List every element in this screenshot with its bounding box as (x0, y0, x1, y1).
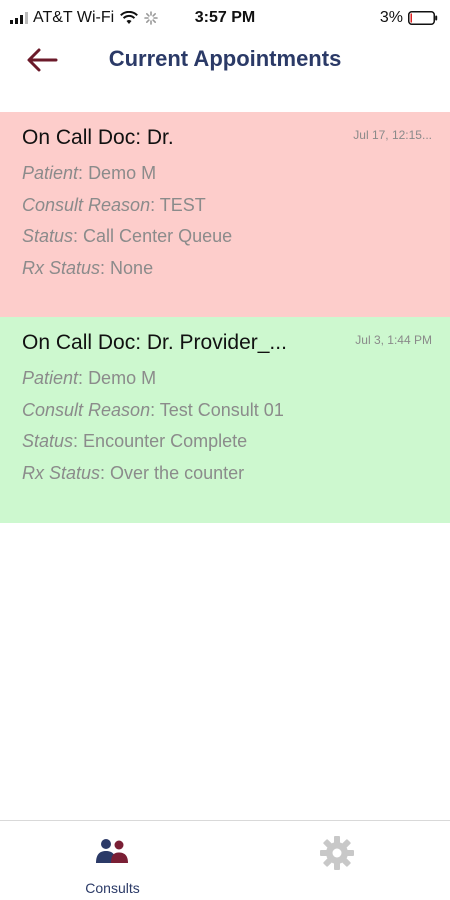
status-bar: AT&T Wi-Fi 3:57 PM 3% (0, 0, 450, 36)
tab-bar: Consults (0, 820, 450, 900)
consult-reason-label: Consult Reason (22, 194, 151, 215)
status-row: Status: Encounter Complete (22, 431, 248, 451)
appointment-card[interactable]: On Call Doc: Dr. Provider_... Jul 3, 1:4… (0, 317, 450, 523)
status-label: Status (22, 431, 74, 451)
patient-value: Demo M (88, 368, 157, 388)
patient-value: Demo M (88, 163, 157, 183)
battery-percent: 3% (379, 9, 403, 26)
tab-consults[interactable]: Consults (0, 821, 225, 900)
consult-reason-row: Consult Reason: TEST (22, 194, 206, 215)
battery-icon (408, 11, 438, 25)
appointment-date: Jul 3, 1:44 PM (355, 333, 432, 347)
appointment-title: On Call Doc: Dr. Provider_... (22, 331, 287, 354)
tab-consults-label: Consults (85, 880, 140, 896)
appointment-card[interactable]: On Call Doc: Dr. Jul 17, 12:15... Patien… (0, 112, 450, 317)
appointment-list: On Call Doc: Dr. Jul 17, 12:15... Patien… (0, 112, 450, 523)
patient-label: Patient (22, 368, 79, 388)
consult-reason-value: Test Consult 01 (159, 399, 284, 420)
status-bar-right: 3% (380, 9, 438, 27)
page-title: Current Appointments (108, 46, 342, 71)
rx-status-row: Rx Status: None (22, 257, 154, 278)
status-value: Call Center Queue (83, 226, 233, 246)
patient-row: Patient: Demo M (22, 163, 157, 183)
rx-status-value: Over the counter (110, 462, 245, 483)
consult-reason-row: Consult Reason: Test Consult 01 (22, 399, 284, 420)
rx-status-label: Rx Status (22, 462, 101, 483)
appointment-date: Jul 17, 12:15... (353, 128, 432, 142)
rx-status-row: Rx Status: Over the counter (22, 462, 245, 483)
status-row: Status: Call Center Queue (22, 226, 233, 246)
consult-reason-label: Consult Reason (22, 399, 151, 420)
tab-settings[interactable] (225, 821, 450, 900)
appointment-title: On Call Doc: Dr. (22, 126, 174, 149)
patient-label: Patient (22, 163, 79, 183)
consult-reason-value: TEST (159, 194, 206, 215)
nav-header: Current Appointments (0, 36, 450, 86)
patient-row: Patient: Demo M (22, 368, 157, 388)
status-label: Status (22, 226, 74, 246)
rx-status-label: Rx Status (22, 257, 101, 278)
gear-icon (320, 836, 354, 870)
status-value: Encounter Complete (83, 431, 248, 451)
rx-status-value: None (110, 257, 154, 278)
people-icon (96, 839, 128, 863)
